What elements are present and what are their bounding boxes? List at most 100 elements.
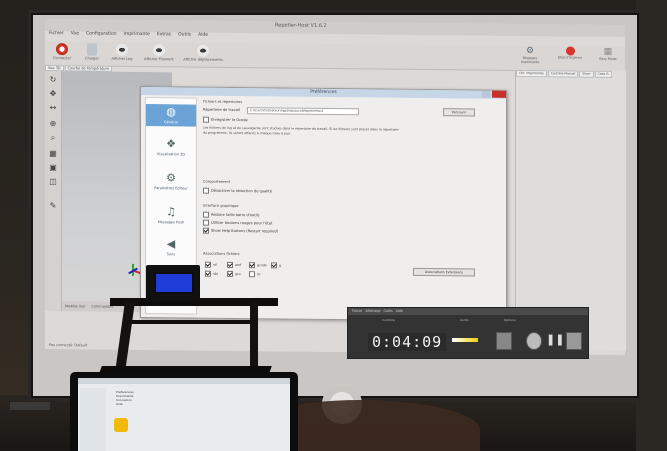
timer-menu-file[interactable]: Fichier	[352, 309, 362, 313]
disable-quality-row[interactable]: Désactiver la réduction de qualité	[203, 187, 272, 195]
connect-button[interactable]: Connecter	[47, 43, 77, 60]
ext-obj[interactable]: obj	[205, 270, 227, 277]
ext-gcode[interactable]: gcode	[249, 262, 271, 269]
sidebar-item-general[interactable]: ◍ Général	[146, 104, 196, 127]
timer-menu-view[interactable]: Affichage	[365, 309, 380, 313]
timer-label-audio: Audio	[460, 318, 469, 322]
reduce-toolbar-row[interactable]: Réduire taille barre d'outils	[203, 211, 260, 219]
eye-icon	[153, 44, 165, 57]
red-buttons-row[interactable]: Utiliser boutons rouges pour l'état	[203, 219, 272, 227]
ext-g[interactable]: g	[271, 262, 293, 269]
associations-button[interactable]: Associations Extensions	[413, 267, 475, 277]
save-gcode-checkbox[interactable]	[203, 116, 209, 123]
ext-label: stl	[213, 262, 217, 267]
globe-icon: ◍	[166, 105, 176, 119]
save-gcode-row[interactable]: Enregistrer le Gcode	[203, 116, 248, 123]
ext-checkbox[interactable]	[227, 270, 233, 277]
ext-amf[interactable]: amf	[227, 261, 249, 268]
stop-icon	[565, 46, 575, 56]
show-log-label: Afficher Log	[111, 56, 133, 61]
timer-image-button[interactable]	[496, 332, 512, 350]
save-gcode-label: Enregistrer le Gcode	[211, 117, 248, 123]
sidebar-item-label: Visualisation 3D	[156, 152, 186, 157]
arrows-icon[interactable]: ↔	[48, 103, 58, 113]
menu-item-tools[interactable]: Outils	[178, 32, 191, 40]
tab-printer-control[interactable]: Ctrl. Imprimante	[516, 69, 547, 78]
eye-icon	[197, 44, 209, 57]
stop-icon[interactable]	[566, 332, 582, 350]
sidebar-item-label: Messages Push	[157, 220, 185, 225]
tab-slicer[interactable]: Slicer	[579, 70, 594, 78]
extension-grid: stl amf gcode g obj gco nc	[205, 261, 293, 278]
printer-settings-button[interactable]: ⚙ Réglages Imprimante	[516, 46, 544, 64]
timer-window: Fichier Affichage Outils Aide Contrôle A…	[347, 307, 589, 359]
disable-quality-checkbox[interactable]	[203, 187, 209, 194]
show-travel-label: Afficher déplacements	[183, 57, 223, 62]
pencil-icon[interactable]: ✎	[48, 201, 58, 211]
zoom-icon[interactable]: ⌕	[48, 133, 58, 143]
disable-quality-label: Désactiver la réduction de qualité	[211, 188, 272, 194]
red-buttons-checkbox[interactable]	[203, 219, 209, 226]
ext-checkbox[interactable]	[205, 270, 211, 277]
ext-checkbox[interactable]	[227, 261, 233, 268]
status-bar: Pas connecté: Default	[49, 343, 88, 348]
ext-checkbox[interactable]	[249, 271, 255, 278]
show-help-checkbox[interactable]	[203, 227, 209, 234]
right-tabs: Ctrl. Imprimante Contrôle Manuel Slicer …	[516, 69, 626, 78]
browse-button[interactable]: Parcourir	[443, 108, 475, 117]
printer-frame-right	[250, 302, 258, 370]
emergency-stop-label: Stop d'Urgence	[557, 55, 583, 60]
tab-manual-control[interactable]: Contrôle Manuel	[547, 70, 579, 78]
laptop-menubar	[78, 378, 290, 384]
ext-checkbox[interactable]	[205, 261, 211, 268]
tab-gcode[interactable]: Code G	[594, 70, 612, 78]
cube-icon[interactable]: ▣	[48, 163, 58, 173]
sidebar-item-label: Paramètres Éditeur	[154, 186, 188, 191]
menu-item-printer[interactable]: Imprimante	[124, 32, 150, 40]
ext-gco[interactable]: gco	[227, 270, 249, 277]
show-filament-button[interactable]: Afficher Filament	[141, 44, 177, 61]
ext-checkbox[interactable]	[271, 262, 277, 269]
menu-item-extras[interactable]: Extras	[157, 32, 171, 40]
load-button[interactable]: Charger	[77, 43, 107, 61]
move-icon[interactable]: ✥	[48, 89, 58, 99]
sidebar-item-editor[interactable]: ⚙ Paramètres Éditeur	[146, 171, 196, 191]
box-icon[interactable]: ◫	[48, 177, 58, 187]
close-button[interactable]	[492, 90, 506, 98]
show-travel-button[interactable]: Afficher déplacements	[181, 44, 225, 62]
section-extensions: Associations fichiers	[203, 251, 240, 257]
zoom-in-icon[interactable]: ⊕	[48, 119, 58, 129]
record-icon[interactable]	[526, 332, 542, 350]
menu-bar: Fichier Vue Configuration Imprimante Ext…	[49, 31, 208, 41]
show-help-row[interactable]: Show Help Buttons (Restart required)	[203, 227, 278, 235]
floor-badge	[10, 402, 50, 410]
sidebar-item-sounds[interactable]: ◀ Sons	[146, 237, 196, 257]
timer-menu-tools[interactable]: Outils	[384, 309, 393, 313]
menu-item-help[interactable]: Aide	[198, 33, 208, 41]
menu-item-file[interactable]: Fichier	[49, 31, 64, 39]
grid-icon[interactable]: ▦	[48, 149, 58, 159]
ext-nc[interactable]: nc	[249, 271, 271, 278]
menu-item-view[interactable]: Vue	[71, 31, 79, 39]
ext-checkbox[interactable]	[249, 262, 255, 269]
pause-icon[interactable]: ❚❚	[546, 332, 564, 348]
easy-mode-button[interactable]: ▦ Easy Mode	[594, 47, 622, 61]
sidebar-item-push[interactable]: ♫ Messages Push	[146, 205, 196, 225]
easy-mode-label: Easy Mode	[599, 56, 617, 61]
menu-item-config[interactable]: Configuration	[86, 31, 117, 39]
printer-frame-bar	[130, 320, 250, 324]
rotate-icon[interactable]: ↻	[48, 75, 58, 85]
timer-menu-help[interactable]: Aide	[396, 309, 403, 313]
minimize-button[interactable]	[482, 90, 490, 98]
section-gui: Interface graphique	[203, 203, 239, 209]
tab-model-view[interactable]: Modèle Vue	[65, 304, 85, 308]
ext-stl[interactable]: stl	[205, 261, 227, 268]
reduce-toolbar-checkbox[interactable]	[203, 211, 209, 218]
emergency-stop-button[interactable]: Stop d'Urgence	[556, 46, 584, 60]
timer-menu: Fichier Affichage Outils Aide	[348, 308, 588, 315]
sidebar-item-3d[interactable]: ❖ Visualisation 3D	[146, 137, 196, 157]
bell-icon: ♫	[166, 205, 176, 219]
show-log-button[interactable]: Afficher Log	[107, 43, 137, 61]
photo-scene: Repetier-Host V1.6.2 Fichier Vue Configu…	[0, 0, 667, 451]
ext-label: nc	[257, 272, 261, 277]
